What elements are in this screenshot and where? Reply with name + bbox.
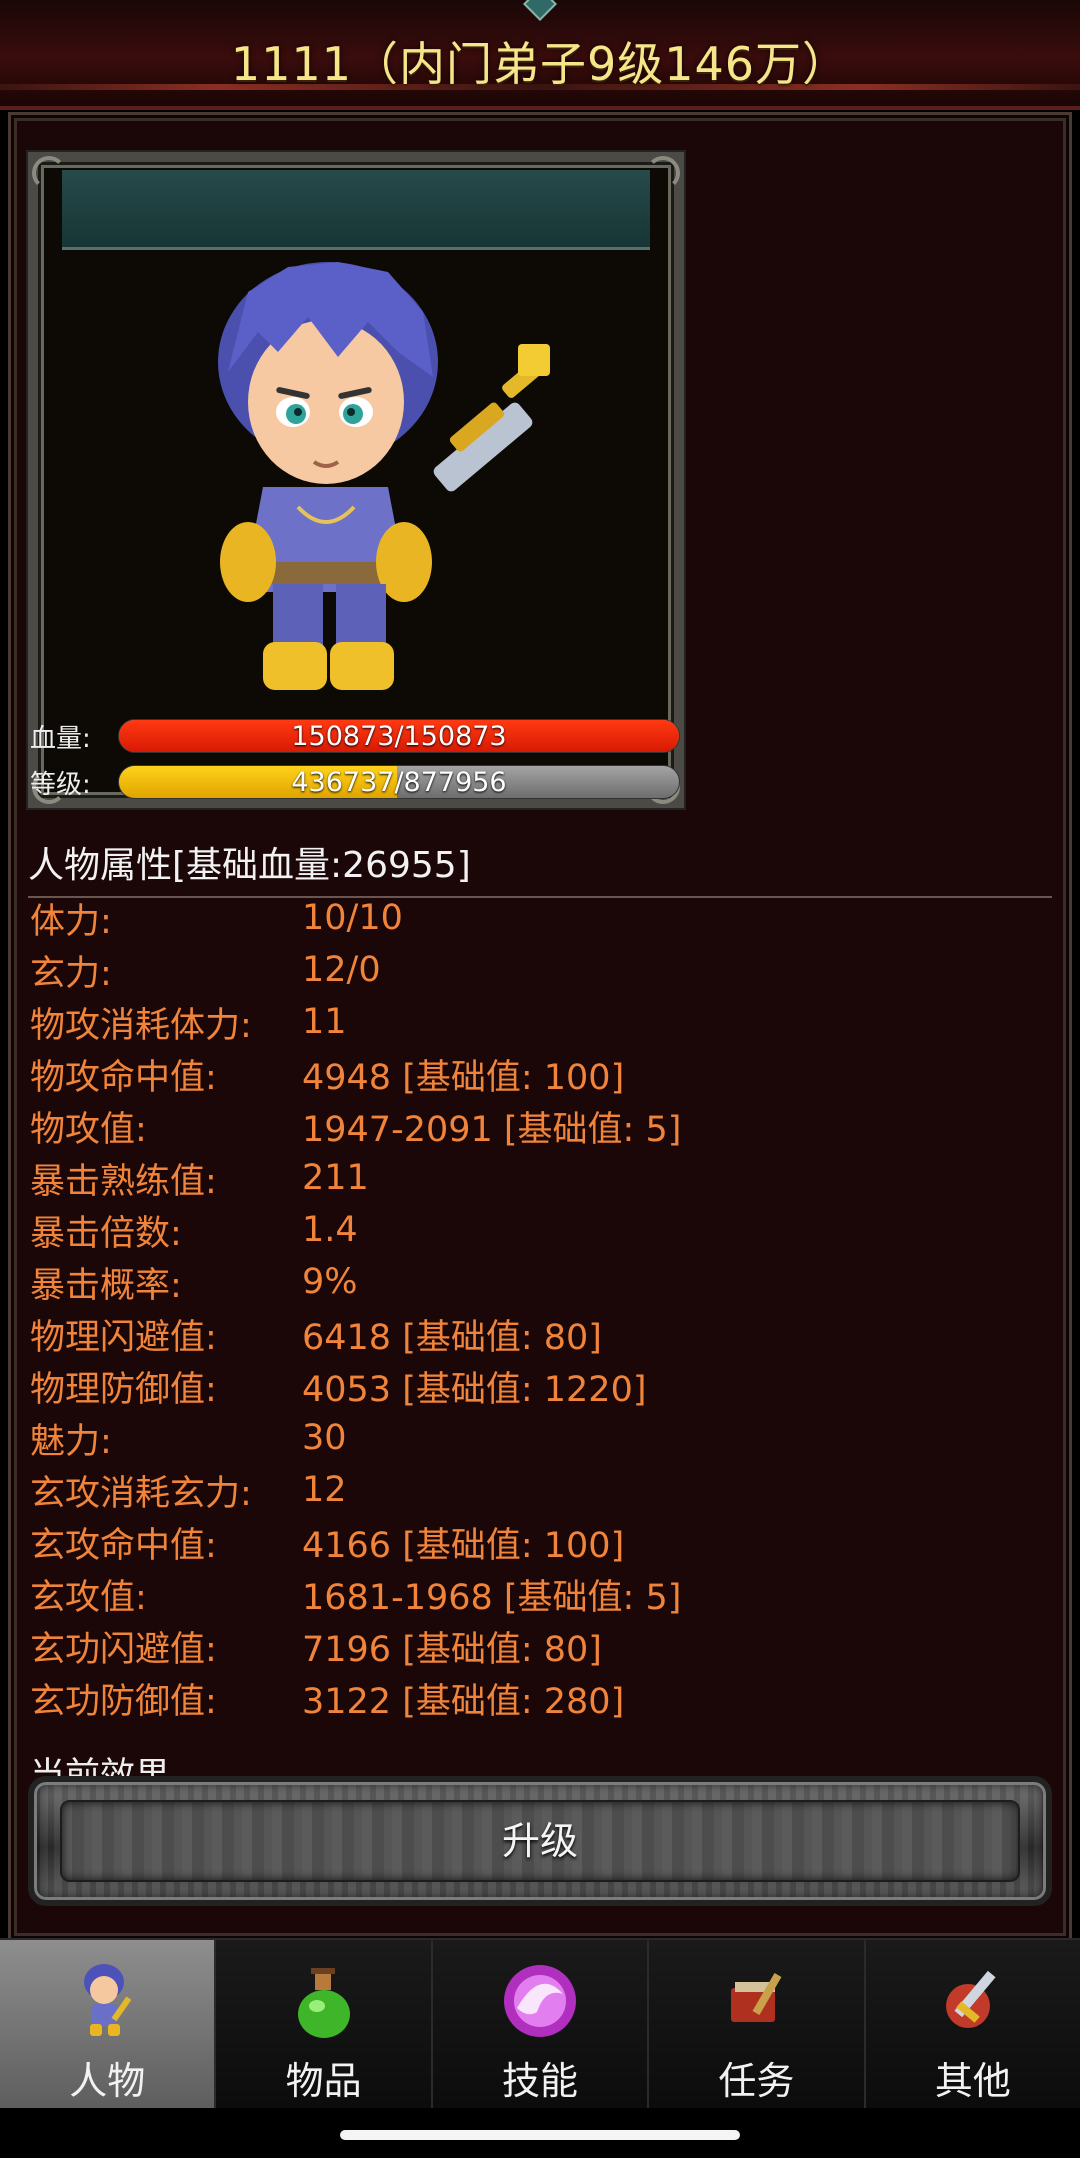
attribute-row: 玄力: 12/0 — [30, 944, 1030, 996]
attribute-value: 12 — [302, 1470, 347, 1510]
attribute-value: 10/10 — [302, 898, 403, 938]
level-label: 等级: — [30, 769, 91, 800]
attribute-name: 魅力: — [30, 1421, 112, 1462]
character-avatar — [218, 262, 550, 690]
attribute-value: 3122 [基础值: 280] — [302, 1681, 625, 1722]
title-bar: 1111（内门弟子9级146万） — [0, 0, 1080, 110]
attribute-row: 暴击熟练值: 211 — [30, 1152, 1030, 1204]
attribute-row: 玄攻命中值: 4166 [基础值: 100] — [30, 1516, 1030, 1568]
attribute-row: 玄功防御值: 3122 [基础值: 280] — [30, 1672, 1030, 1724]
page-title: 1111（内门弟子9级146万） — [230, 37, 850, 91]
tab-character-label: 人物 — [69, 2059, 146, 2103]
attribute-name: 物攻消耗体力: — [30, 1005, 252, 1046]
potion-icon — [297, 1968, 350, 2038]
hp-label: 血量: — [30, 723, 91, 754]
attribute-value: 211 — [302, 1158, 369, 1198]
level-row: 等级: 436737/877956 — [30, 764, 680, 800]
attribute-row: 玄攻值: 1681-1968 [基础值: 5] — [30, 1568, 1030, 1620]
current-effects-heading: 当前效果 — [30, 1756, 171, 1776]
attribute-name: 玄攻值: — [30, 1577, 147, 1618]
attribute-name: 玄力: — [30, 953, 112, 994]
attribute-name: 体力: — [30, 901, 112, 942]
sword-icon — [433, 344, 550, 492]
attribute-row: 暴击倍数: 1.4 — [30, 1204, 1030, 1256]
tab-character[interactable]: 人物 — [0, 1940, 217, 2108]
tab-other[interactable]: 其他 — [865, 1940, 1080, 2108]
hp-row: 血量: 150873/150873 — [30, 718, 680, 754]
attribute-row: 物理闪避值: 6418 [基础值: 80] — [30, 1308, 1030, 1360]
attribute-row: 物攻值: 1947-2091 [基础值: 5] — [30, 1100, 1030, 1152]
skill-orb-icon — [504, 1965, 577, 2037]
hp-bar: 150873/150873 — [118, 719, 680, 753]
attribute-name: 物攻命中值: — [30, 1057, 217, 1098]
frame-corner-ornament — [32, 156, 66, 190]
hp-value: 150873/150873 — [291, 721, 507, 752]
home-indicator[interactable] — [340, 2130, 740, 2140]
attribute-name: 玄攻命中值: — [30, 1525, 217, 1566]
exp-bar: 436737/877956 — [118, 765, 680, 799]
bottom-tab-bar: 人物 物品 技能 任务 其他 — [0, 1938, 1080, 2108]
attribute-name: 物攻值: — [30, 1109, 147, 1150]
upgrade-button[interactable]: 升级 — [28, 1776, 1052, 1906]
character-portrait-frame — [28, 152, 684, 808]
tab-quests[interactable]: 任务 — [649, 1940, 866, 2108]
attribute-value: 1681-1968 [基础值: 5] — [302, 1577, 682, 1618]
upgrade-button-label: 升级 — [501, 1819, 578, 1863]
attribute-value: 4166 [基础值: 100] — [302, 1525, 625, 1566]
attribute-row: 物攻消耗体力: 11 — [30, 996, 1030, 1048]
attribute-value: 6418 [基础值: 80] — [302, 1317, 602, 1358]
attribute-row: 玄攻消耗玄力: 12 — [30, 1464, 1030, 1516]
attribute-row: 体力: 10/10 — [30, 892, 1030, 944]
tab-items[interactable]: 物品 — [216, 1940, 433, 2108]
attribute-name: 暴击概率: — [30, 1265, 182, 1306]
attribute-value: 1947-2091 [基础值: 5] — [302, 1109, 682, 1150]
attribute-name: 玄攻消耗玄力: — [30, 1473, 252, 1514]
attribute-name: 暴击倍数: — [30, 1213, 182, 1254]
attribute-name: 物理防御值: — [30, 1369, 217, 1410]
ornament-gem-icon — [523, 0, 557, 21]
attribute-value: 12/0 — [302, 950, 381, 990]
attribute-value: 30 — [302, 1418, 347, 1458]
portrait-name-banner — [62, 170, 650, 250]
attribute-row: 暴击概率: 9% — [30, 1256, 1030, 1308]
attributes-list[interactable]: 体力: 10/10 玄力: 12/0 物攻消耗体力: 11 物攻命中值: 4948 [基础值:… — [30, 892, 1030, 1724]
sword-icon — [945, 1970, 996, 2028]
attribute-value: 1.4 — [302, 1210, 358, 1250]
attribute-name: 物理闪避值: — [30, 1317, 217, 1358]
character-icon — [84, 1964, 132, 2036]
attributes-header: 人物属性[基础血量:26955] — [28, 836, 1052, 898]
attribute-value: 7196 [基础值: 80] — [302, 1629, 602, 1670]
attribute-name: 玄功闪避值: — [30, 1629, 217, 1670]
attribute-row: 物攻命中值: 4948 [基础值: 100] — [30, 1048, 1030, 1100]
attribute-row: 玄功闪避值: 7196 [基础值: 80] — [30, 1620, 1030, 1672]
tab-skills[interactable]: 技能 — [432, 1940, 650, 2108]
attribute-row: 物理防御值: 4053 [基础值: 1220] — [30, 1360, 1030, 1412]
tab-quests-label: 任务 — [718, 2059, 795, 2103]
tab-other-label: 其他 — [934, 2059, 1011, 2103]
attribute-value: 9% — [302, 1262, 358, 1302]
frame-corner-ornament — [646, 156, 680, 190]
attribute-name: 玄功防御值: — [30, 1681, 217, 1722]
attribute-value: 4053 [基础值: 1220] — [302, 1369, 647, 1410]
tab-items-label: 物品 — [285, 2059, 362, 2103]
attribute-row: 魅力: 30 — [30, 1412, 1030, 1464]
attribute-name: 暴击熟练值: — [30, 1161, 217, 1202]
tab-skills-label: 技能 — [502, 2059, 579, 2103]
attribute-value: 4948 [基础值: 100] — [302, 1057, 625, 1098]
quest-icon — [731, 1972, 782, 2022]
exp-value: 436737/877956 — [291, 767, 507, 798]
attribute-value: 11 — [302, 1002, 347, 1042]
